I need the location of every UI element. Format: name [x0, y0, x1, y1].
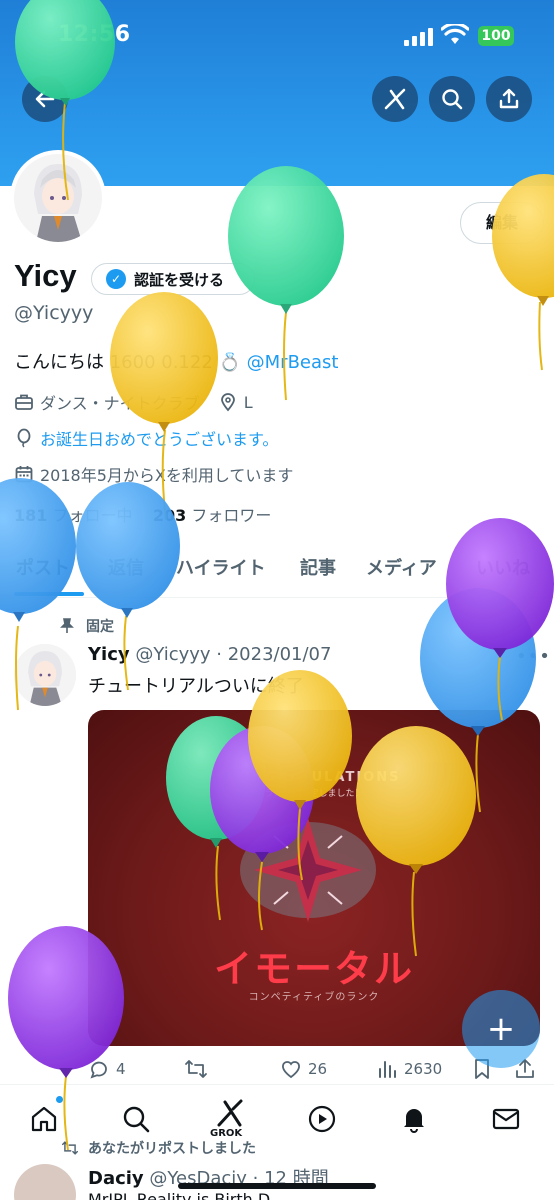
following-label: フォロー中 [52, 506, 133, 525]
signal-icon [404, 28, 434, 46]
avatar-illustration [14, 644, 76, 706]
followers-link[interactable]: 203 フォロワー [153, 506, 272, 525]
reply-icon [90, 1061, 107, 1079]
profile-avatar[interactable] [10, 150, 106, 246]
next-post-avatar[interactable] [14, 1164, 76, 1200]
search-icon [442, 89, 463, 110]
tab-highlights[interactable]: ハイライト [176, 554, 266, 580]
nav-grok[interactable] [210, 1093, 250, 1133]
pin-icon [60, 618, 74, 633]
followers-label: フォロワー [191, 506, 272, 525]
post-text: チュートリアルついに終了 [88, 676, 304, 697]
status-bar: 12:56 100 [0, 0, 554, 74]
post-avatar[interactable] [14, 644, 76, 706]
location-pin-icon [220, 393, 235, 412]
verified-badge-icon: ✓ [106, 269, 126, 289]
repost-button[interactable] [184, 1058, 214, 1080]
post-media-image[interactable]: CONGRATULATIONS ランクが確定しました！ イモータル コンペティテ… [88, 710, 540, 1046]
pinned-text: 固定 [86, 619, 114, 635]
search-button[interactable] [429, 76, 475, 122]
post-more-button[interactable]: ••• [516, 646, 551, 667]
play-icon [308, 1105, 336, 1133]
profile-birthday: お誕生日おめでとうございます。 [40, 430, 279, 449]
bio-text: こんにちは 1600 0.122 💍 [14, 352, 241, 373]
profile-meta-birthday: お誕生日おめでとうございます。 [14, 426, 278, 450]
avatar-illustration [14, 154, 102, 242]
profile-location: L [243, 392, 253, 412]
post-handle-date: @Yicyyy · 2023/01/07 [135, 644, 332, 665]
profile-meta-joined: 2018年5月からXを利用しています [14, 462, 293, 486]
post-header: Yicy @Yicyyy · 2023/01/07 [88, 644, 331, 665]
arrow-left-icon [35, 90, 55, 108]
repost-note: あなたがリポストしました [60, 1138, 256, 1158]
following-link[interactable]: 181 フォロー中 [14, 506, 133, 525]
like-count: 26 [308, 1060, 328, 1078]
balloon-icon [17, 428, 31, 448]
reply-count: 4 [116, 1060, 126, 1078]
next-post-text: MrIPL Reality is Birth D... [88, 1190, 286, 1200]
post-author[interactable]: Yicy [88, 644, 130, 665]
nav-home[interactable] [24, 1099, 64, 1139]
view-count: 2630 [404, 1060, 443, 1078]
back-button[interactable] [22, 76, 68, 122]
heart-icon [282, 1061, 300, 1079]
search-icon [123, 1106, 150, 1133]
get-verified-label: 認証を受ける [134, 270, 225, 289]
follow-stats: 181 フォロー中 203 フォロワー [14, 502, 271, 526]
status-time: 12:56 [58, 22, 131, 47]
briefcase-icon [15, 394, 33, 410]
active-tab-indicator [14, 592, 84, 596]
following-count: 181 [14, 506, 48, 525]
home-notification-dot [56, 1096, 63, 1103]
profile-bio: こんにちは 1600 0.122 💍 @MrBeast [14, 348, 338, 374]
media-rank-text: イモータル [213, 947, 414, 991]
grok-icon [217, 1099, 243, 1127]
nav-video[interactable] [302, 1099, 342, 1139]
media-congrats-text: CONGRATULATIONS [227, 770, 401, 785]
compose-post-button[interactable]: + [462, 990, 540, 1068]
tab-articles[interactable]: 記事 [300, 554, 336, 580]
nav-messages[interactable] [486, 1099, 526, 1139]
repost-icon [62, 1141, 79, 1155]
views-chart-icon [379, 1061, 396, 1078]
profile-meta-category: ダンス・ナイトクラブ L [14, 390, 253, 414]
profile-name: Yicy [14, 258, 77, 293]
battery-icon: 100 [478, 26, 514, 46]
grok-button[interactable] [372, 76, 418, 122]
profile-tabs: ポスト 返信 ハイライト 記事 メディア いいね [0, 548, 554, 598]
share-button[interactable] [486, 76, 532, 122]
nav-search[interactable] [116, 1099, 156, 1139]
profile-handle: @Yicyyy [14, 302, 94, 324]
followers-count: 203 [152, 506, 187, 525]
next-post-author[interactable]: Daciy [88, 1168, 144, 1189]
reply-button[interactable]: 4 [88, 1058, 126, 1080]
share-icon [499, 88, 519, 109]
media-congrats-sub: ランクが確定しました！ [264, 789, 364, 799]
repost-note-text: あなたがリポストしました [88, 1141, 256, 1157]
get-verified-button[interactable]: ✓ 認証を受ける [91, 263, 255, 295]
bell-icon [404, 1109, 424, 1133]
home-indicator [178, 1183, 376, 1189]
post-actions: 4 26 2630 [88, 1058, 540, 1084]
views-button[interactable]: 2630 [376, 1058, 442, 1080]
bio-mention-link[interactable]: @MrBeast [247, 352, 339, 373]
tab-media[interactable]: メディア [366, 554, 437, 580]
repost-icon [185, 1060, 207, 1078]
edit-profile-button[interactable]: 編集 [460, 202, 544, 244]
tab-likes[interactable]: いいね [476, 554, 530, 580]
profile-joined: 2018年5月からXを利用しています [40, 466, 294, 485]
profile-category: ダンス・ナイトクラブ [40, 394, 200, 413]
rank-emblem-icon [240, 818, 376, 922]
wifi-icon [441, 24, 469, 44]
grok-icon [384, 88, 406, 110]
calendar-icon [15, 466, 33, 483]
like-button[interactable]: 26 [280, 1058, 327, 1080]
home-icon [31, 1106, 57, 1132]
pinned-label: 固定 [60, 616, 114, 636]
nav-notifications[interactable] [394, 1099, 434, 1139]
tab-replies[interactable]: 返信 [108, 554, 144, 580]
tab-posts[interactable]: ポスト [16, 554, 70, 580]
mail-icon [492, 1108, 520, 1130]
